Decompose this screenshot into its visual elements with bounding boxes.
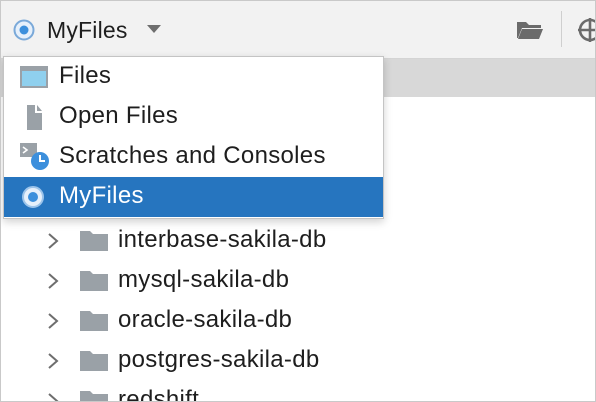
folder-icon [80,391,108,401]
scope-radio-icon [22,186,44,208]
scope-radio-icon [13,19,35,41]
tree-item-label: mysql-sakila-db [118,266,290,293]
project-toolbar: MyFiles [1,1,595,59]
tree-item-label: postgres-sakila-db [118,346,320,373]
scratches-icon [20,143,49,170]
chevron-right-icon [48,393,59,401]
menu-item-label: Open Files [59,102,179,129]
chevron-right-icon [48,313,59,329]
menu-item-label: Files [59,62,112,89]
menu-item-files[interactable]: Files [4,57,383,97]
tree-item[interactable]: redshift [1,381,595,402]
view-selector-dropdown[interactable]: MyFiles [13,13,162,47]
toolbar-divider [561,11,562,47]
view-selector-label: MyFiles [47,16,128,43]
tree-item[interactable]: interbase-sakila-db [1,221,595,261]
crosshair-icon [578,18,595,42]
files-window-icon [20,66,48,88]
menu-item-myfiles[interactable]: MyFiles [4,177,383,217]
tree-item[interactable]: postgres-sakila-db [1,341,595,381]
chevron-right-icon [48,273,59,289]
folder-icon [80,311,108,331]
tree-item-label: oracle-sakila-db [118,306,293,333]
tree-item[interactable]: oracle-sakila-db [1,301,595,341]
tree-item-label: interbase-sakila-db [118,226,327,253]
chevron-right-icon [48,233,59,249]
menu-item-label: MyFiles [59,182,144,209]
tree-item[interactable]: mysql-sakila-db [1,261,595,301]
folder-icon [80,271,108,291]
tree-item-label: redshift [118,386,200,402]
folder-icon [80,231,108,251]
open-folder-button[interactable] [515,15,545,45]
menu-item-label: Scratches and Consoles [59,142,326,169]
chevron-down-icon [146,21,162,39]
open-folder-icon [517,22,543,39]
project-tool-window: MyFiles interbase-sakila-db mysql-sakila… [0,0,596,402]
menu-item-open-files[interactable]: Open Files [4,97,383,137]
chevron-right-icon [48,353,59,369]
view-selector-popup: Files Open Files Scratches and Consoles [3,56,384,219]
folder-icon [80,351,108,371]
open-file-icon [27,105,42,130]
menu-item-scratches[interactable]: Scratches and Consoles [4,137,383,177]
locate-button[interactable] [575,15,595,45]
